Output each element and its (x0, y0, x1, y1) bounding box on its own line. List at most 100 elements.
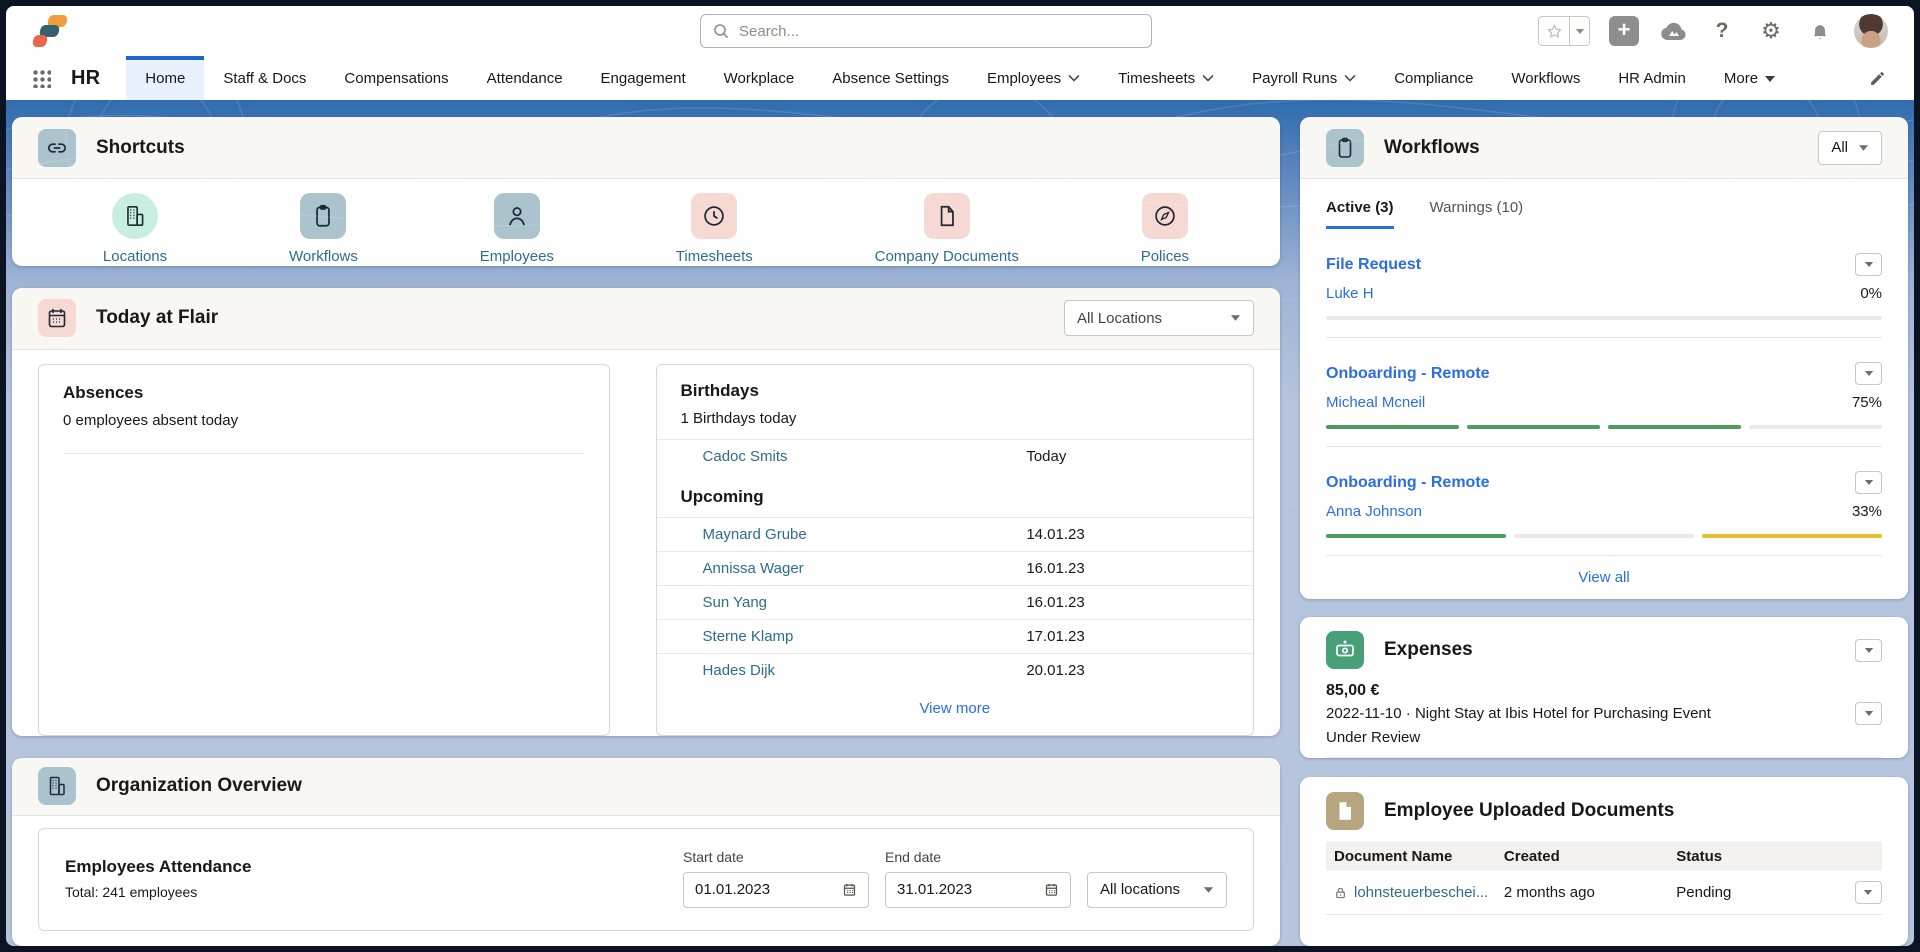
tab-workplace[interactable]: Workplace (705, 56, 814, 100)
tab-timesheets[interactable]: Timesheets (1099, 56, 1233, 100)
document-created: 2 months ago (1504, 884, 1676, 901)
tab-compensations[interactable]: Compensations (325, 56, 467, 100)
end-date-label: End date (885, 849, 1071, 865)
birthday-row: Hades Dijk 20.01.23 (657, 653, 1253, 687)
view-all-link[interactable]: View all (1300, 556, 1908, 599)
app-launcher-icon[interactable] (32, 69, 51, 88)
clipboard-icon (1326, 129, 1364, 167)
document-status: Pending (1676, 884, 1832, 901)
tab-attendance[interactable]: Attendance (468, 56, 582, 100)
today-title: Today at Flair (96, 307, 218, 329)
shortcut-employees[interactable]: Employees (480, 193, 554, 265)
employee-link[interactable]: Annissa Wager (703, 560, 804, 577)
document-actions-button[interactable] (1855, 881, 1882, 904)
shortcut-polices[interactable]: Polices (1141, 193, 1189, 265)
building-icon (112, 193, 158, 239)
workflow-item: File Request Luke H 0% (1326, 229, 1882, 338)
employee-link[interactable]: Sun Yang (703, 594, 768, 611)
help-icon[interactable]: ? (1707, 16, 1737, 46)
user-avatar[interactable] (1854, 14, 1888, 48)
birthday-row: Maynard Grube 14.01.23 (657, 517, 1253, 551)
tab-employees[interactable]: Employees (968, 56, 1099, 100)
document-name-link[interactable]: lohnsteuerbeschei... (1354, 884, 1488, 901)
workflow-percent: 0% (1860, 285, 1882, 302)
employee-link[interactable]: Sterne Klamp (703, 628, 794, 645)
workflow-actions-button[interactable] (1855, 471, 1882, 494)
favorites-dropdown-button[interactable] (1570, 16, 1590, 46)
tab-payroll-runs[interactable]: Payroll Runs (1233, 56, 1375, 100)
flair-logo-icon[interactable] (32, 15, 76, 47)
file-icon (924, 193, 970, 239)
shortcut-locations[interactable]: Locations (103, 193, 167, 265)
tab-home[interactable]: Home (126, 56, 204, 100)
workflow-person-link[interactable]: Anna Johnson (1326, 503, 1422, 520)
workflow-percent: 75% (1852, 394, 1882, 411)
documents-table-header: Document Name Created Status (1326, 841, 1882, 871)
expense-status: Under Review (1326, 727, 1882, 748)
shortcut-workflows[interactable]: Workflows (289, 193, 358, 265)
attendance-title: Employees Attendance (65, 857, 251, 877)
tab-compliance[interactable]: Compliance (1375, 56, 1492, 100)
workflow-progress-bar (1326, 316, 1882, 320)
end-date-input[interactable]: 31.01.2023 (885, 872, 1071, 908)
employee-link[interactable]: Cadoc Smits (703, 448, 788, 465)
shortcut-company-documents[interactable]: Company Documents (875, 193, 1019, 265)
workflow-person-link[interactable]: Luke H (1326, 285, 1374, 302)
favorite-star-button[interactable] (1538, 16, 1570, 46)
tab-warning-workflows[interactable]: Warnings (10) (1430, 199, 1524, 229)
absences-summary: 0 employees absent today (63, 412, 585, 429)
tab-absence-settings[interactable]: Absence Settings (813, 56, 968, 100)
attendance-total: Total: 241 employees (65, 884, 251, 900)
edit-pencil-icon[interactable] (1869, 70, 1886, 87)
workflow-title-link[interactable]: Onboarding - Remote (1326, 365, 1490, 383)
expense-actions-button[interactable] (1855, 702, 1882, 725)
notifications-bell-icon[interactable] (1805, 16, 1835, 46)
tab-workflows[interactable]: Workflows (1492, 56, 1599, 100)
today-at-flair-card: Today at Flair All Locations Absences 0 … (12, 288, 1280, 736)
workflow-percent: 33% (1852, 503, 1882, 520)
tab-staff-docs[interactable]: Staff & Docs (204, 56, 325, 100)
tab-more[interactable]: More (1705, 56, 1794, 100)
workflow-item: Onboarding - Remote Micheal Mcneil 75% (1326, 338, 1882, 447)
expenses-actions-button[interactable] (1855, 639, 1882, 662)
app-name: HR (71, 67, 100, 90)
attendance-location-filter[interactable]: All locations (1087, 872, 1227, 908)
setup-gear-icon[interactable]: ⚙ (1756, 16, 1786, 46)
document-icon (1326, 792, 1364, 830)
tab-hr-admin[interactable]: HR Admin (1599, 56, 1705, 100)
caret-down-icon (1230, 314, 1241, 322)
workflows-card: Workflows All Active (3) Warnings (10) F… (1300, 117, 1908, 599)
employee-documents-card: Employee Uploaded Documents Document Nam… (1300, 777, 1908, 946)
expense-description: 2022-11-10 · Night Stay at Ibis Hotel fo… (1326, 703, 1711, 724)
workflows-filter[interactable]: All (1818, 131, 1882, 165)
expense-amount: 85,00 € (1326, 682, 1882, 700)
shortcut-timesheets[interactable]: Timesheets (676, 193, 753, 265)
employee-link[interactable]: Maynard Grube (703, 526, 807, 543)
end-date-field: End date 31.01.2023 (885, 849, 1071, 908)
chevron-down-icon (1202, 74, 1214, 82)
organization-title: Organization Overview (96, 775, 302, 797)
workflow-actions-button[interactable] (1855, 253, 1882, 276)
start-date-label: Start date (683, 849, 869, 865)
global-actions-add-button[interactable]: + (1609, 16, 1639, 46)
chevron-down-icon (1068, 74, 1080, 82)
tab-engagement[interactable]: Engagement (582, 56, 705, 100)
star-icon (1546, 23, 1563, 40)
start-date-input[interactable]: 01.01.2023 (683, 872, 869, 908)
workflow-actions-button[interactable] (1855, 362, 1882, 385)
person-icon (494, 193, 540, 239)
favorites-control (1538, 16, 1590, 46)
today-location-filter[interactable]: All Locations (1064, 300, 1254, 336)
birthday-row: Sun Yang 16.01.23 (657, 585, 1253, 619)
tab-active-workflows[interactable]: Active (3) (1326, 199, 1394, 229)
workflow-title-link[interactable]: File Request (1326, 256, 1421, 274)
calendar-icon (842, 882, 857, 897)
global-search[interactable] (700, 14, 1152, 48)
workflow-title-link[interactable]: Onboarding - Remote (1326, 474, 1490, 492)
workflow-person-link[interactable]: Micheal Mcneil (1326, 394, 1425, 411)
trailhead-icon[interactable] (1658, 16, 1688, 46)
calendar-icon (1044, 882, 1059, 897)
search-input[interactable] (739, 23, 1139, 40)
view-more-link[interactable]: View more (657, 687, 1253, 730)
employee-link[interactable]: Hades Dijk (703, 662, 776, 679)
